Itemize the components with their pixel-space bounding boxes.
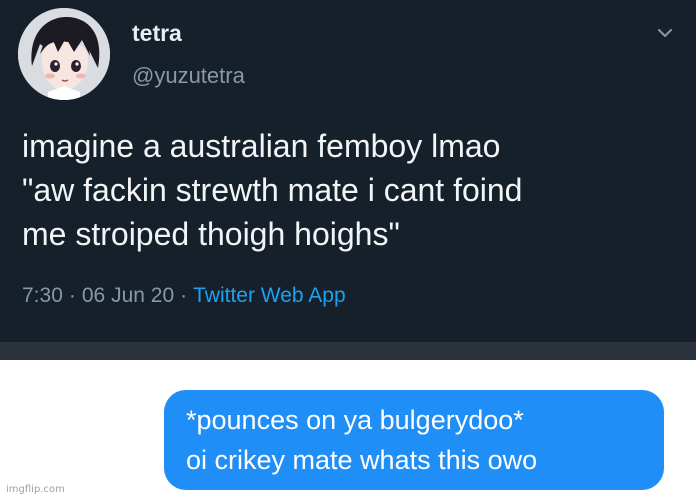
user-handle[interactable]: @yuzutetra bbox=[132, 63, 245, 89]
tweet-text-line: me stroiped thoigh hoighs" bbox=[22, 216, 400, 252]
tweet-card: tetra @yuzutetra imagine a australian fe… bbox=[0, 0, 696, 342]
chevron-down-icon[interactable] bbox=[656, 24, 674, 42]
meta-separator: · bbox=[180, 284, 188, 307]
tweet-text: imagine a australian femboy lmao "aw fac… bbox=[22, 124, 682, 256]
message-line: *pounces on ya bulgerydoo* bbox=[186, 405, 524, 435]
tweet-text-line: "aw fackin strewth mate i cant foind bbox=[22, 172, 523, 208]
tweet-source-link[interactable]: Twitter Web App bbox=[193, 284, 346, 307]
display-name[interactable]: tetra bbox=[132, 20, 182, 47]
anime-avatar-icon bbox=[18, 8, 110, 100]
tweet-metadata: 7:30 · 06 Jun 20 · Twitter Web App bbox=[22, 284, 346, 308]
watermark: imgflip.com bbox=[6, 484, 65, 495]
avatar[interactable] bbox=[18, 8, 110, 100]
tweet-date[interactable]: 06 Jun 20 bbox=[82, 284, 174, 307]
panel-divider bbox=[0, 342, 696, 360]
message-bubble[interactable]: *pounces on ya bulgerydoo* oi crikey mat… bbox=[164, 390, 664, 490]
tweet-text-line: imagine a australian femboy lmao bbox=[22, 128, 501, 164]
meme-screenshot: tetra @yuzutetra imagine a australian fe… bbox=[0, 0, 696, 500]
message-panel: *pounces on ya bulgerydoo* oi crikey mat… bbox=[0, 360, 696, 500]
meta-separator: · bbox=[68, 284, 76, 307]
message-line: oi crikey mate whats this owo bbox=[186, 445, 538, 475]
tweet-time[interactable]: 7:30 bbox=[22, 284, 63, 307]
